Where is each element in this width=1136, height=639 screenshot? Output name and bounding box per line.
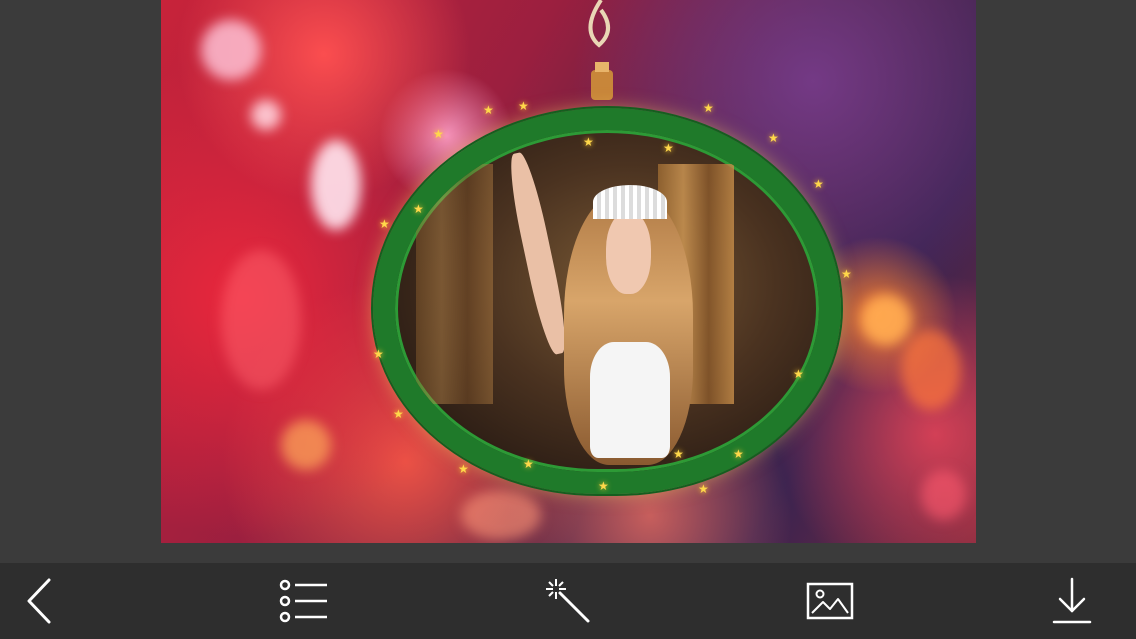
star-icon: ★: [663, 141, 674, 155]
face: [605, 212, 651, 295]
star-icon: ★: [793, 367, 804, 381]
bokeh-light: [221, 250, 301, 390]
bokeh-light: [251, 100, 281, 130]
star-icon: ★: [673, 447, 684, 461]
bokeh-light: [201, 20, 261, 80]
star-icon: ★: [433, 127, 444, 141]
portrait-subject: [504, 150, 709, 472]
star-icon: ★: [841, 267, 852, 281]
list-icon: [279, 579, 327, 623]
save-download-button[interactable]: [1042, 573, 1102, 629]
star-icon: ★: [458, 462, 469, 476]
gallery-button[interactable]: [800, 573, 860, 629]
white-top: [589, 342, 671, 459]
ornament-hanger: [588, 0, 613, 100]
bottom-toolbar: [0, 563, 1136, 639]
wreath-frame[interactable]: ★ ★ ★ ★ ★ ★ ★ ★ ★ ★ ★ ★ ★ ★ ★ ★ ★ ★ ★ ★: [373, 100, 852, 496]
tiara: [592, 184, 667, 219]
star-icon: ★: [733, 447, 744, 461]
star-icon: ★: [583, 135, 594, 149]
photo-frame-editor: ★ ★ ★ ★ ★ ★ ★ ★ ★ ★ ★ ★ ★ ★ ★ ★ ★ ★ ★ ★: [0, 0, 1136, 639]
back-chevron-icon: [27, 578, 51, 624]
bokeh-light: [921, 470, 966, 520]
back-button[interactable]: [10, 573, 70, 629]
framed-portrait: [395, 130, 819, 472]
star-icon: ★: [413, 202, 424, 216]
bokeh-light: [281, 420, 331, 470]
star-icon: ★: [768, 131, 779, 145]
edited-photo[interactable]: ★ ★ ★ ★ ★ ★ ★ ★ ★ ★ ★ ★ ★ ★ ★ ★ ★ ★ ★ ★: [161, 0, 976, 543]
star-icon: ★: [598, 479, 609, 493]
star-icon: ★: [813, 177, 824, 191]
bokeh-light: [311, 140, 361, 230]
raised-arm: [504, 150, 572, 357]
wreath-ring: [373, 108, 841, 494]
star-icon: ★: [393, 407, 404, 421]
canvas-area: ★ ★ ★ ★ ★ ★ ★ ★ ★ ★ ★ ★ ★ ★ ★ ★ ★ ★ ★ ★: [0, 0, 1136, 563]
magic-wand-icon: [546, 579, 590, 623]
bokeh-light: [861, 295, 911, 345]
star-icon: ★: [523, 457, 534, 471]
bokeh-light: [461, 490, 541, 540]
star-icon: ★: [703, 101, 714, 115]
effects-button[interactable]: [538, 573, 598, 629]
star-icon: ★: [698, 482, 709, 496]
star-icon: ★: [379, 217, 390, 231]
download-icon: [1052, 577, 1092, 624]
star-icon: ★: [483, 103, 494, 117]
star-icon: ★: [518, 99, 529, 113]
star-icon: ★: [373, 347, 384, 361]
frames-list-button[interactable]: [274, 573, 334, 629]
background-curtain: [416, 164, 493, 404]
image-icon: [806, 582, 854, 620]
bokeh-light: [901, 330, 961, 410]
